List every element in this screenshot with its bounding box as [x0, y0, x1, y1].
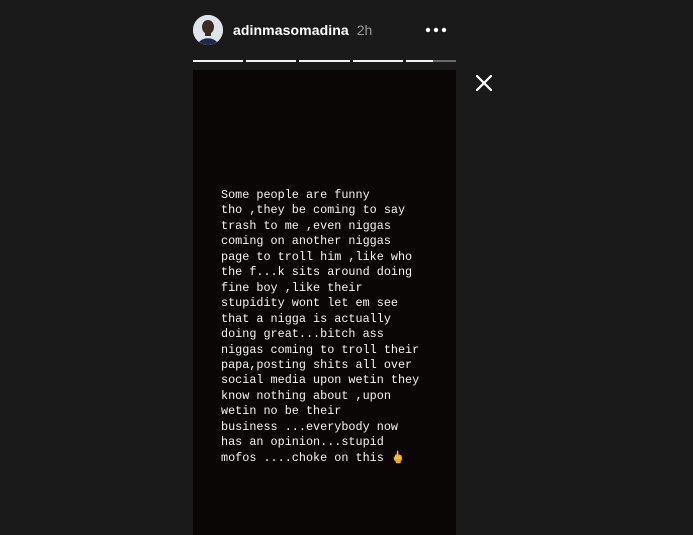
progress-segment-fill: [246, 60, 297, 62]
close-icon: [475, 74, 493, 92]
more-horizontal-icon: [425, 27, 447, 33]
story-text-line: coming on another niggas: [221, 234, 391, 249]
story-text-line: tho ,they be coming to say: [221, 203, 406, 218]
story-text-line: has an opinion...stupid: [221, 435, 384, 450]
story-text-line: that a nigga is actually: [221, 311, 391, 326]
username[interactable]: adinmasomadina: [233, 22, 349, 38]
progress-segment-fill: [352, 60, 403, 62]
progress-segment: [299, 60, 350, 62]
story-content[interactable]: Some people are funny tho ,they be coming…: [193, 70, 456, 535]
avatar[interactable]: [193, 15, 223, 45]
story-text-line: page to troll him ,like who: [221, 249, 413, 264]
progress-segment: [405, 60, 457, 62]
more-options-button[interactable]: [424, 18, 448, 42]
close-button[interactable]: [473, 72, 495, 94]
story-viewer: adinmasomadina 2h Some people are funny t…: [0, 0, 693, 535]
story-text-line: papa,posting shits all over: [221, 357, 413, 372]
user-avatar-icon: [193, 15, 223, 45]
story-text-line: Some people are funny: [221, 188, 370, 202]
progress-segment-fill: [405, 60, 434, 62]
story-text-line: mofos ....choke on this 🖕: [221, 450, 406, 465]
timestamp: 2h: [356, 22, 373, 38]
story-text-line: wetin no be their: [221, 404, 342, 419]
story-header: adinmasomadina 2h: [193, 12, 456, 48]
progress-segment: [246, 60, 297, 62]
story-text-line: the f...k sits around doing: [221, 265, 413, 280]
progress-segment: [352, 60, 403, 62]
story-progress-bar: [193, 60, 457, 63]
story-text-line: doing great...bitch ass: [221, 327, 384, 342]
story-text-line: trash to me ,even niggas: [221, 218, 391, 233]
story-text-line: niggas coming to troll their: [221, 342, 420, 357]
story-text-line: know nothing about ,upon: [221, 388, 391, 403]
story-text-line: social media upon wetin they: [221, 373, 420, 388]
progress-segment: [193, 60, 244, 62]
story-text-line: stupidity wont let em see: [221, 296, 398, 311]
progress-segment-fill: [193, 60, 244, 62]
story-text-line: fine boy ,like their: [221, 280, 363, 295]
story-text: Some people are funny tho ,they be coming…: [221, 188, 453, 466]
progress-segment-fill: [299, 60, 350, 62]
story-text-line: business ...everybody now: [221, 419, 398, 434]
